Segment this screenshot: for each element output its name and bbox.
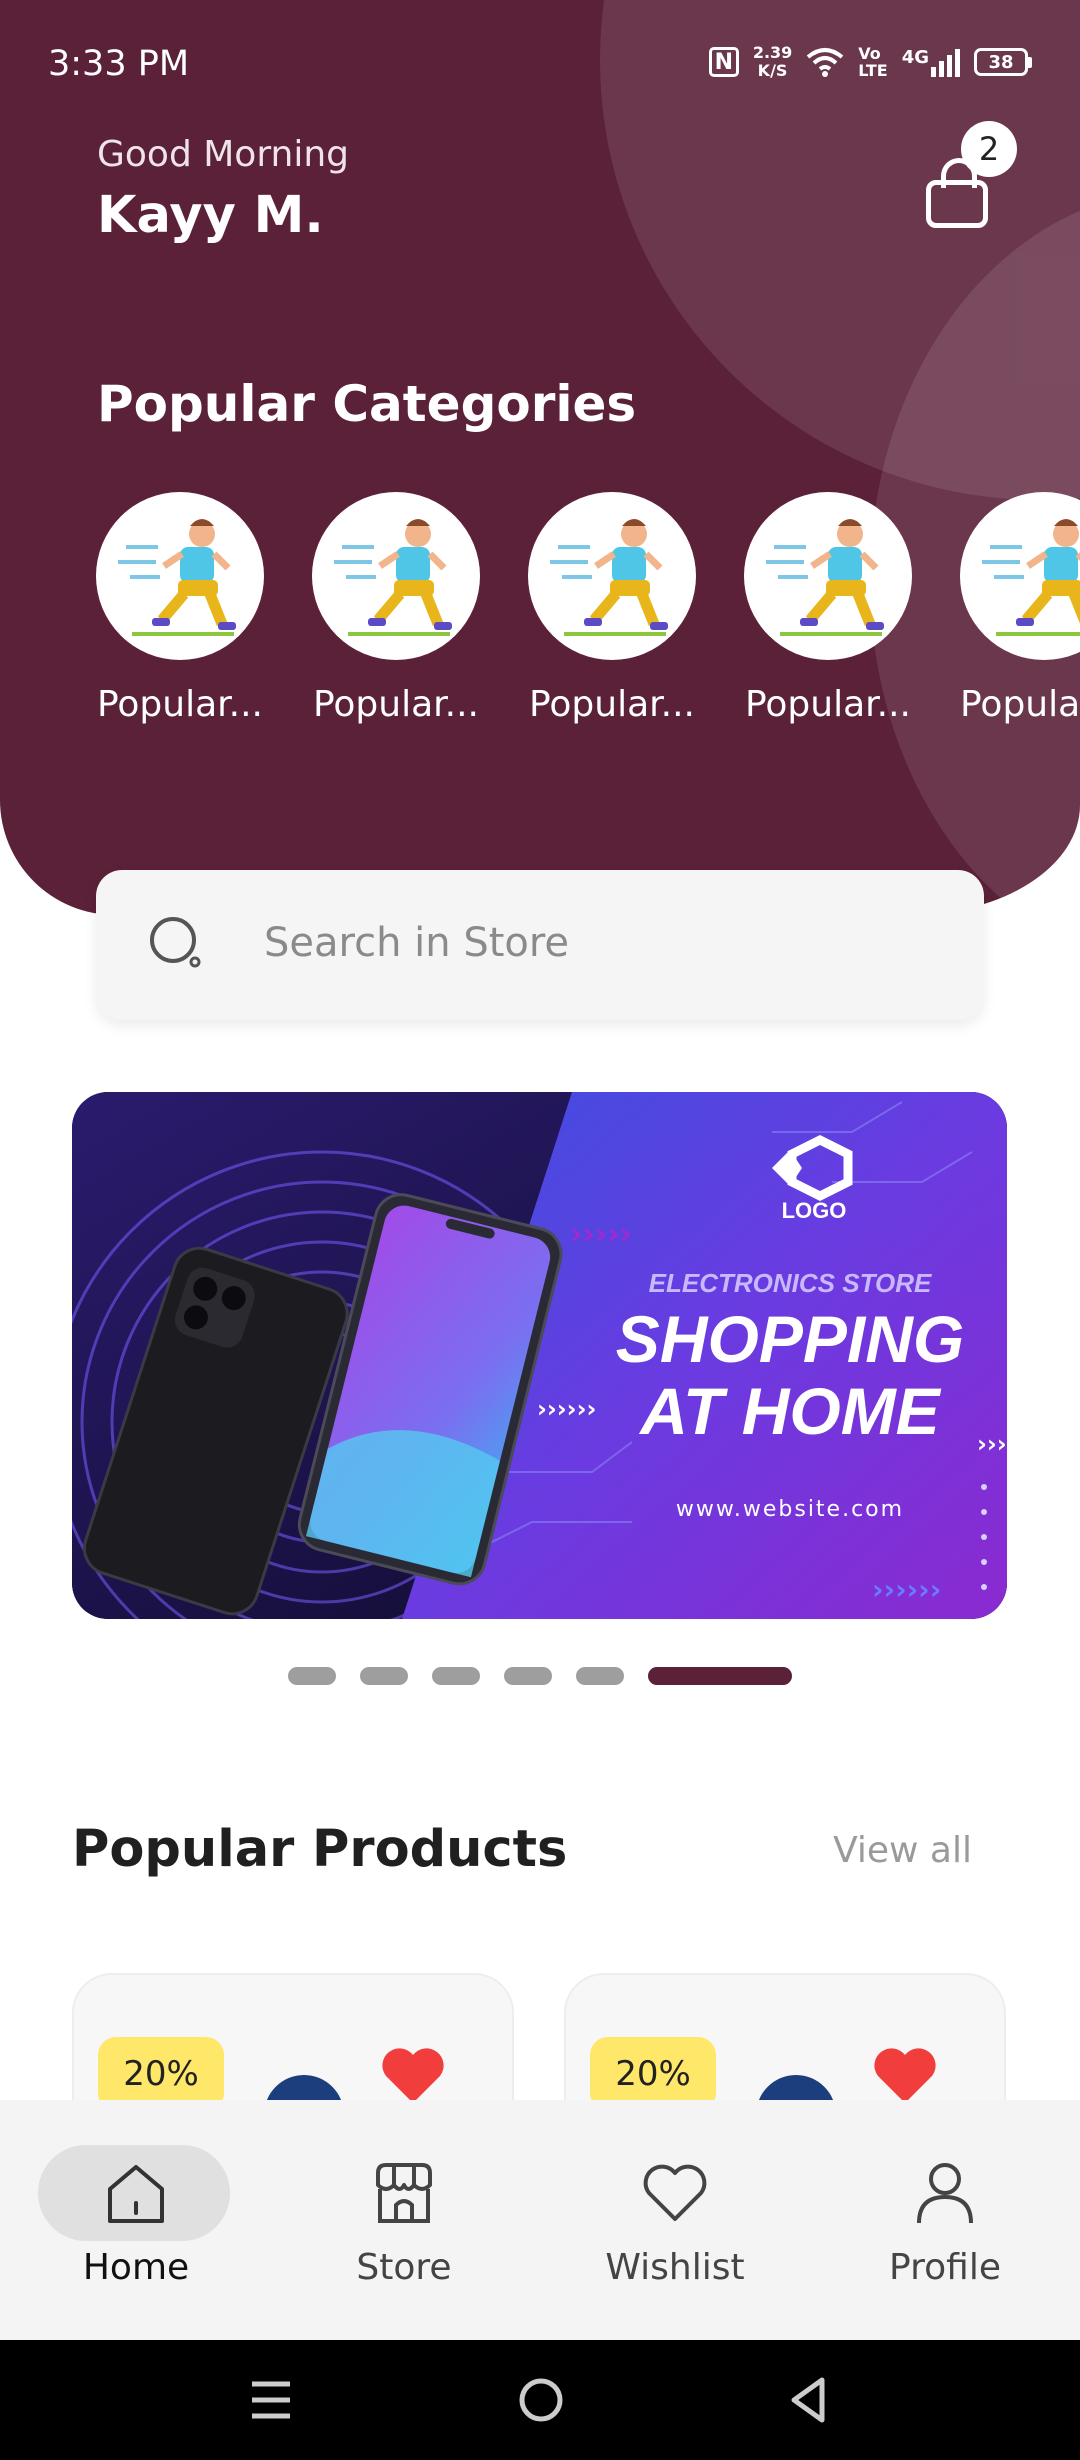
battery-icon: 38	[974, 48, 1032, 76]
runner-illustration	[766, 519, 884, 636]
nav-wishlist[interactable]: Wishlist	[575, 2145, 775, 2288]
heart-icon	[643, 2164, 707, 2221]
category-label: Popular...	[312, 684, 479, 725]
home-circle-icon[interactable]	[518, 2374, 564, 2426]
volte-top: Vo	[858, 44, 881, 63]
greeting-text: Good Morning	[97, 134, 349, 175]
view-all-link[interactable]: View all	[833, 1830, 972, 1871]
runner-illustration	[550, 519, 668, 636]
menu-icon[interactable]	[250, 2374, 292, 2426]
banner-artwork: LOGO ››››› ELECTRONICS STORE SHOPPING AT…	[72, 1092, 1007, 1619]
status-icons: N 2.39 K/S Vo LTE 4G 38	[708, 44, 1032, 80]
category-label: Popular...	[528, 684, 695, 725]
banner-headline-2: AT HOME	[638, 1374, 941, 1448]
battery-level: 38	[974, 48, 1028, 76]
category-label: Popular...	[744, 684, 911, 725]
categories-list[interactable]: Popular... Popular... Popular... Popular…	[96, 492, 1080, 732]
nav-label: Home	[82, 2247, 190, 2288]
category-image	[312, 492, 480, 660]
search-bar[interactable]: Search in Store	[96, 870, 984, 1020]
banner-headline-1: SHOPPING	[616, 1302, 964, 1376]
network-type: 4G	[901, 47, 929, 68]
category-item[interactable]: Popular...	[96, 492, 266, 725]
nav-profile[interactable]: Profile	[845, 2145, 1045, 2288]
network-speed-value: 2.39	[752, 43, 793, 62]
status-bar: 3:33 PM N 2.39 K/S Vo LTE 4G 38	[0, 0, 1080, 135]
banner-url: www.website.com	[676, 1497, 904, 1522]
home-icon	[108, 2165, 164, 2223]
category-item[interactable]: Popular...	[744, 492, 914, 725]
nav-store[interactable]: Store	[304, 2145, 504, 2288]
runner-illustration	[334, 519, 452, 636]
categories-title: Popular Categories	[97, 375, 637, 433]
signal-icon	[931, 47, 960, 77]
system-nav-bar	[0, 2340, 1080, 2460]
category-image	[744, 492, 912, 660]
network-speed-unit: K/S	[757, 61, 788, 80]
carousel-dot[interactable]	[576, 1667, 624, 1685]
category-label: Popular...	[96, 684, 263, 725]
promo-banner[interactable]: LOGO ››››› ELECTRONICS STORE SHOPPING AT…	[72, 1092, 1007, 1619]
category-image	[960, 492, 1080, 660]
cart-count-badge: 2	[961, 121, 1017, 177]
nav-label: Store	[356, 2247, 452, 2288]
carousel-dot-active[interactable]	[648, 1667, 792, 1685]
volte-bottom: LTE	[858, 61, 888, 80]
wifi-icon	[807, 48, 844, 77]
carousel-dot[interactable]	[360, 1667, 408, 1685]
search-placeholder: Search in Store	[264, 920, 570, 966]
category-item[interactable]: Popular...	[528, 492, 698, 725]
banner-logo-text: LOGO	[782, 1198, 847, 1223]
category-image	[528, 492, 696, 660]
heart-icon[interactable]	[872, 2045, 938, 2105]
runner-illustration	[118, 519, 236, 636]
products-title: Popular Products	[72, 1820, 568, 1879]
user-icon	[917, 2163, 973, 2224]
category-image	[96, 492, 264, 660]
network-speed: 2.39 K/S	[753, 44, 792, 80]
back-icon[interactable]	[788, 2374, 830, 2426]
carousel-dot[interactable]	[288, 1667, 336, 1685]
nfc-icon: N	[708, 47, 739, 77]
category-label: Popula	[960, 684, 1080, 725]
carousel-dot[interactable]	[432, 1667, 480, 1685]
user-name: Kayy M.	[97, 186, 324, 245]
svg-text:››››››: ››››››	[872, 1573, 941, 1606]
svg-text:›››: ›››	[977, 1430, 1007, 1458]
banner-kicker: ELECTRONICS STORE	[649, 1268, 932, 1298]
bottom-nav: Home Store Wishlist Profile	[0, 2100, 1080, 2340]
svg-text:››››››: ››››››	[537, 1395, 596, 1423]
heart-icon[interactable]	[380, 2045, 446, 2105]
nav-label: Profile	[889, 2247, 1001, 2288]
nav-home[interactable]: Home	[36, 2145, 236, 2288]
carousel-indicator[interactable]	[288, 1667, 792, 1685]
volte-indicator: Vo LTE	[858, 45, 887, 79]
carousel-dot[interactable]	[504, 1667, 552, 1685]
status-time: 3:33 PM	[48, 44, 190, 84]
nav-label: Wishlist	[605, 2247, 745, 2288]
search-icon	[150, 917, 201, 968]
category-item[interactable]: Popular...	[312, 492, 482, 725]
store-icon	[376, 2163, 432, 2223]
runner-illustration	[982, 519, 1080, 636]
svg-text:›››››: ›››››	[570, 1217, 632, 1252]
category-item[interactable]: Popula	[960, 492, 1080, 725]
